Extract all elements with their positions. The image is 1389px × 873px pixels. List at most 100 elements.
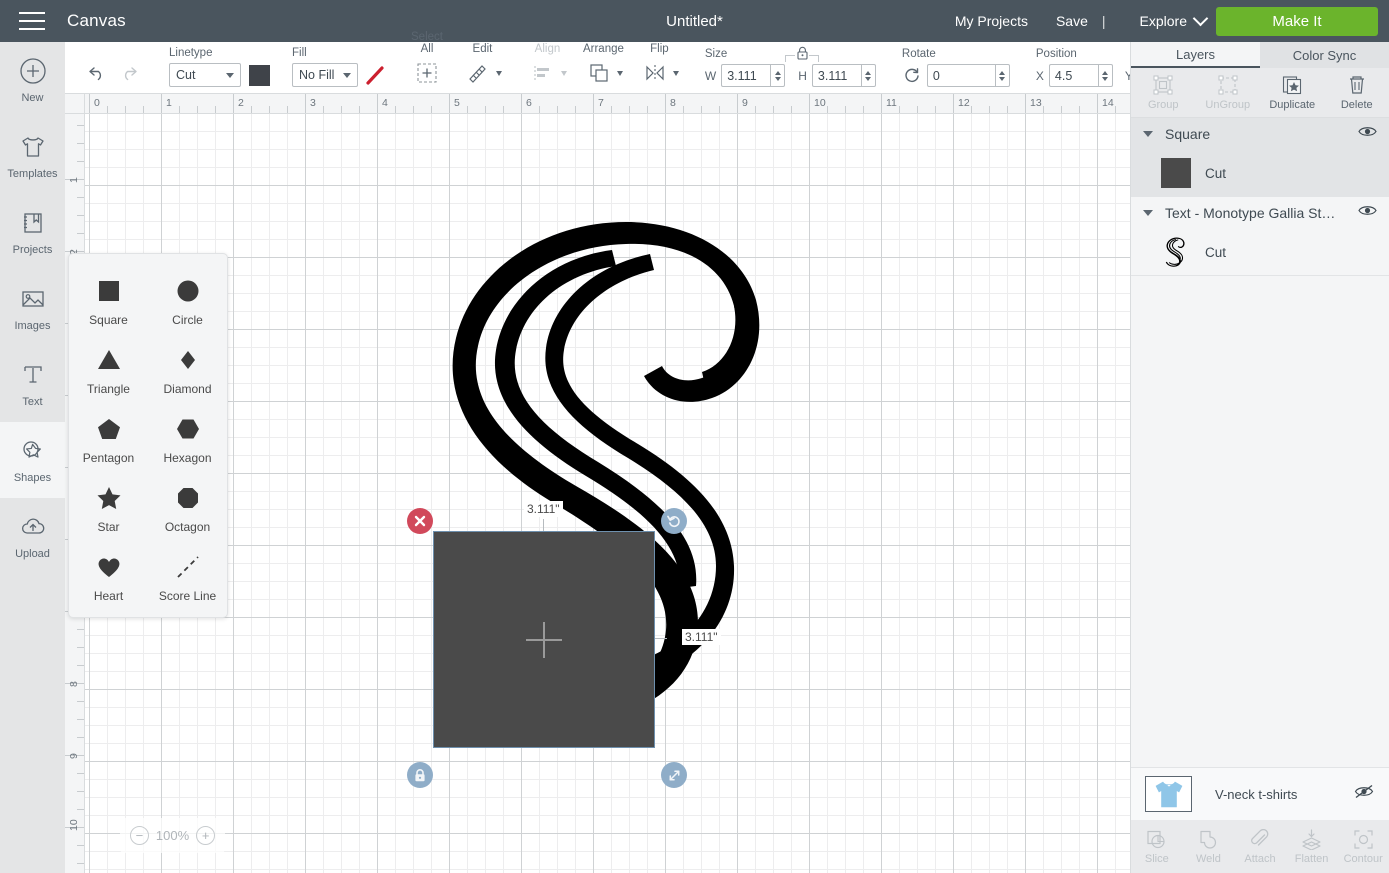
shape-option-triangle[interactable]: Triangle (69, 335, 148, 404)
arrange-button[interactable] (584, 59, 614, 87)
group-button[interactable]: Group (1131, 68, 1196, 117)
hamburger-menu-icon[interactable] (19, 12, 45, 30)
eye-icon[interactable] (1358, 125, 1377, 143)
zoom-level: 100% (155, 828, 190, 843)
material-row[interactable]: V-neck t-shirts (1131, 767, 1389, 820)
delete-handle[interactable] (407, 508, 433, 534)
contour-button[interactable]: Contour (1337, 820, 1389, 873)
shape-option-pentagon[interactable]: Pentagon (69, 404, 148, 473)
sidebar-item-shapes[interactable]: Shapes (0, 422, 65, 498)
ruler-h-minor-tick (467, 106, 468, 113)
linetype-select[interactable]: Cut (169, 63, 241, 87)
shape-label-circle: Circle (172, 313, 203, 327)
tab-layers[interactable]: Layers (1131, 42, 1260, 68)
width-stepper[interactable] (770, 64, 786, 87)
linetype-group: Linetype Cut (169, 47, 270, 87)
rotate-stepper[interactable] (994, 64, 1010, 87)
sidebar-item-templates[interactable]: Templates (0, 118, 65, 194)
height-stepper[interactable] (860, 64, 876, 87)
layer-header-text[interactable]: Text - Monotype Gallia Std Re… (1131, 197, 1389, 229)
shape-option-score-line[interactable]: Score Line (148, 542, 227, 611)
chevron-down-icon (343, 72, 351, 78)
layer-name-text: Text - Monotype Gallia Std Re… (1165, 205, 1343, 221)
layer-group-square[interactable]: Square Cut (1131, 118, 1389, 197)
zoom-out-button[interactable]: − (129, 826, 149, 845)
sidebar-item-projects[interactable]: Projects (0, 194, 65, 270)
shape-option-star[interactable]: Star (69, 473, 148, 542)
chevron-down-icon[interactable] (495, 70, 502, 76)
shape-option-diamond[interactable]: Diamond (148, 335, 227, 404)
flip-label: Flip (650, 43, 669, 55)
width-input[interactable] (721, 64, 771, 87)
layer-group-text[interactable]: Text - Monotype Gallia Std Re… (1131, 197, 1389, 276)
chevron-down-icon[interactable] (560, 70, 567, 76)
selected-square-shape[interactable] (433, 531, 655, 748)
sidebar-item-images[interactable]: Images (0, 270, 65, 346)
rotate-icon[interactable] (902, 66, 922, 86)
chevron-down-icon[interactable] (616, 70, 623, 76)
edit-button[interactable] (463, 59, 493, 87)
resize-handle[interactable] (661, 762, 687, 788)
chevron-down-icon[interactable] (1143, 210, 1153, 216)
flatten-label: Flatten (1294, 852, 1329, 865)
sidebar-item-new[interactable]: New (0, 42, 65, 118)
ungroup-button[interactable]: UnGroup (1196, 68, 1261, 117)
horizontal-ruler[interactable]: 0 1 2 3 4 5 6 7 8 9 10 11 12 13 14 (65, 94, 1130, 114)
lock-icon[interactable] (795, 45, 810, 61)
flip-button[interactable] (640, 59, 670, 87)
attach-label: Attach (1244, 852, 1276, 865)
move-crosshair-icon[interactable] (526, 621, 562, 658)
tab-color-sync[interactable]: Color Sync (1260, 42, 1389, 68)
make-it-button[interactable]: Make It (1216, 6, 1378, 36)
save-button[interactable]: Save (1056, 13, 1088, 29)
shape-option-octagon[interactable]: Octagon (148, 473, 227, 542)
shape-option-square[interactable]: Square (69, 266, 148, 335)
sidebar-item-text[interactable]: Text (0, 346, 65, 422)
lock-handle[interactable] (407, 762, 433, 788)
ruler-h-number: 2 (238, 97, 244, 109)
x-input[interactable] (1048, 64, 1098, 87)
height-input[interactable] (811, 64, 861, 87)
explore-machine-selector[interactable]: Explore (1126, 10, 1209, 29)
chevron-down-icon[interactable] (672, 70, 679, 76)
eye-off-icon[interactable] (1354, 784, 1375, 804)
delete-button[interactable]: Delete (1325, 68, 1389, 117)
select-all-button[interactable] (412, 59, 442, 87)
undo-button[interactable] (83, 59, 113, 87)
ruler-h-number: 6 (526, 97, 532, 109)
shape-label-hexagon: Hexagon (163, 451, 212, 465)
duplicate-button[interactable]: Duplicate (1260, 68, 1325, 117)
rotate-handle[interactable] (661, 508, 687, 534)
eye-icon[interactable] (1358, 204, 1377, 222)
redo-button[interactable] (113, 59, 143, 87)
lock-icon (415, 768, 425, 781)
weld-icon (1200, 830, 1216, 849)
ruler-h-minor-tick (1007, 106, 1008, 113)
x-stepper[interactable] (1097, 64, 1113, 87)
slice-button[interactable]: Slice (1131, 820, 1183, 873)
rotate-input[interactable] (926, 64, 995, 87)
shape-option-hexagon[interactable]: Hexagon (148, 404, 227, 473)
ruler-v-minor-tick (77, 809, 84, 810)
layer-header-square[interactable]: Square (1131, 118, 1389, 150)
shape-label-triangle: Triangle (87, 382, 130, 396)
linetype-color-swatch[interactable] (249, 64, 270, 86)
align-button[interactable] (528, 59, 558, 87)
layer-row-text[interactable]: Cut (1131, 229, 1389, 275)
fill-select[interactable]: No Fill (292, 63, 358, 87)
weld-button[interactable]: Weld (1183, 820, 1235, 873)
chevron-down-icon[interactable] (1143, 131, 1153, 137)
my-projects-link[interactable]: My Projects (955, 13, 1028, 29)
layer-row-square[interactable]: Cut (1131, 150, 1389, 196)
attach-button[interactable]: Attach (1234, 820, 1286, 873)
shape-label-score-line: Score Line (158, 589, 217, 603)
sidebar-item-upload[interactable]: Upload (0, 498, 65, 574)
canvas-grid[interactable]: 3.111" 3.111" − 100% + (85, 114, 1130, 873)
score-line-icon (171, 550, 205, 584)
no-fill-icon[interactable] (365, 64, 385, 86)
height-dimension-tick (655, 638, 667, 639)
zoom-in-button[interactable]: + (196, 826, 216, 845)
flatten-button[interactable]: Flatten (1286, 820, 1338, 873)
shape-option-heart[interactable]: Heart (69, 542, 148, 611)
shape-option-circle[interactable]: Circle (148, 266, 227, 335)
